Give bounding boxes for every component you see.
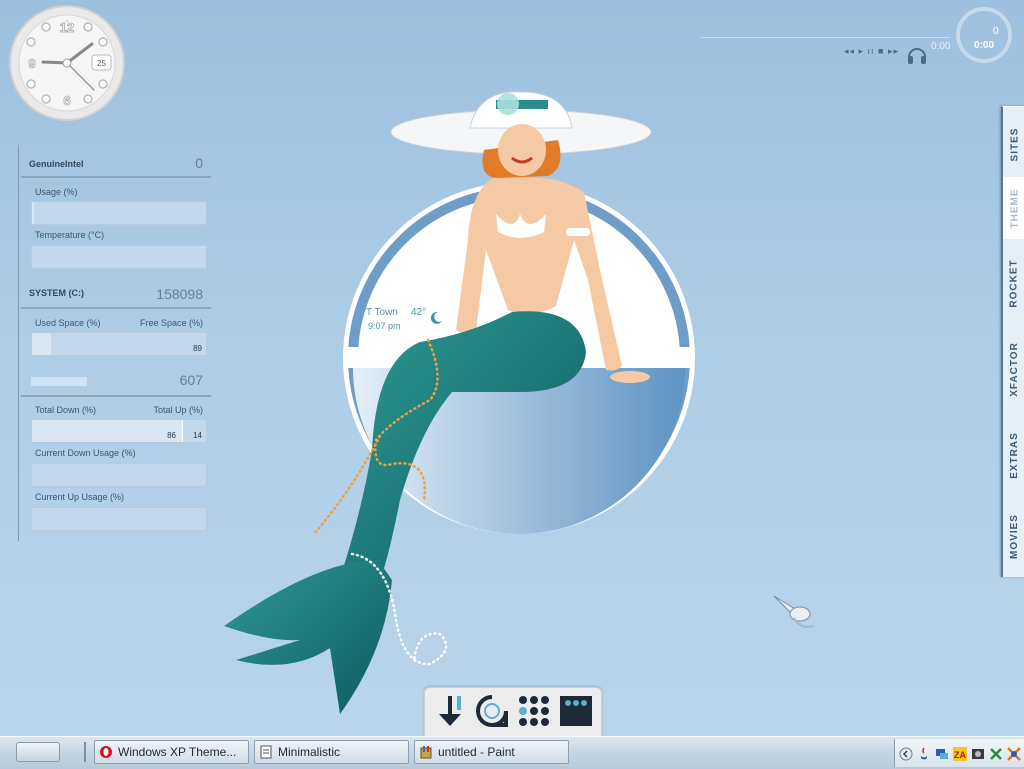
system-monitor-widget: GenuineIntel 0 Usage (%) Temperature (°C… <box>18 145 213 541</box>
disk-used-label: Used Space (%) <box>35 318 101 328</box>
dock-item-sites[interactable]: SITES <box>1003 113 1024 175</box>
network-icon[interactable] <box>935 747 949 761</box>
mermaid-wallpaper <box>220 85 700 715</box>
current-up-label: Current Up Usage (%) <box>35 492 124 502</box>
rocket-cursor-icon <box>770 590 820 632</box>
speech-icon[interactable] <box>475 694 509 728</box>
cpu-usage-bar <box>31 201 207 225</box>
tools-icon[interactable] <box>989 747 1003 761</box>
dock-item-rocket[interactable]: ROCKET <box>1003 247 1024 319</box>
dock-item-label: SITES <box>1009 127 1020 161</box>
disk-space-bar: 89 <box>31 332 207 356</box>
dock-item-label: EXTRAS <box>1009 432 1020 479</box>
download-icon[interactable] <box>433 694 467 728</box>
current-down-label: Current Down Usage (%) <box>35 448 136 458</box>
task-button-windows-xp-theme[interactable]: Windows XP Theme... <box>94 740 249 764</box>
weather-time: 9:07 pm <box>368 321 401 331</box>
progress-ring <box>954 5 1014 65</box>
cpu-temp-label: Temperature (°C) <box>35 230 104 240</box>
disk-title: SYSTEM (C:) <box>29 288 84 298</box>
crescent-moon-icon <box>429 311 443 325</box>
java-icon[interactable] <box>917 747 931 761</box>
headphones-icon[interactable] <box>906 43 928 65</box>
dock-item-xfactor[interactable]: XFACTOR <box>1003 329 1024 409</box>
opera-icon <box>99 745 113 759</box>
task-button-paint[interactable]: untitled - Paint <box>414 740 569 764</box>
clock-numeral-6: 6 <box>63 93 70 108</box>
system-tray: ZA <box>894 739 1024 767</box>
network-value: 607 <box>180 372 203 388</box>
bar-separator <box>182 420 183 442</box>
cpu-value: 0 <box>195 155 203 171</box>
dock-item-label: THEME <box>1009 188 1020 228</box>
zonealarm-icon[interactable]: ZA <box>953 747 967 761</box>
dock-item-label: ROCKET <box>1009 259 1020 307</box>
clock-date: 25 <box>97 59 106 68</box>
divider <box>21 395 211 397</box>
task-label: untitled - Paint <box>438 745 515 759</box>
svg-text:ZA: ZA <box>954 750 966 760</box>
task-label: Windows XP Theme... <box>118 745 236 759</box>
total-up-value: 14 <box>193 431 202 440</box>
cpu-temp-bar <box>31 245 207 269</box>
start-button[interactable] <box>16 742 60 762</box>
dock-item-extras[interactable]: EXTRAS <box>1003 419 1024 491</box>
seek-track[interactable] <box>700 37 950 38</box>
network-graph <box>31 377 87 386</box>
dock-item-label: MOVIES <box>1009 514 1020 559</box>
dock-item-theme[interactable]: THEME <box>1003 177 1024 239</box>
network-total-bar: 86 14 <box>31 419 207 443</box>
divider <box>21 307 211 309</box>
weather-city: T Town <box>366 307 398 318</box>
disk-free-value: 89 <box>193 344 202 353</box>
disk-value: 158098 <box>156 286 203 302</box>
clock-numeral-9: 9 <box>28 56 35 71</box>
playback-controls[interactable]: ◂◂ ▸ ıı ■ ▸▸ <box>844 46 899 57</box>
side-dock: SITES THEME ROCKET XFACTOR EXTRAS MOVIES <box>1001 106 1024 577</box>
taskbar: Windows XP Theme... Minimalistic untitle… <box>0 736 1024 769</box>
total-down-fill <box>32 420 182 442</box>
total-down-label: Total Down (%) <box>35 405 96 415</box>
clock-numeral-12: 12 <box>60 20 74 35</box>
grid-icon[interactable] <box>517 694 551 728</box>
disk-used-fill <box>32 333 51 355</box>
divider <box>21 176 211 178</box>
media-icon[interactable] <box>971 747 985 761</box>
task-button-minimalistic[interactable]: Minimalistic <box>254 740 409 764</box>
cpu-usage-label: Usage (%) <box>35 187 78 197</box>
total-time: 0:00 <box>974 40 994 51</box>
elapsed-time: 0:00 <box>931 41 950 52</box>
analog-clock-widget: 12 6 9 25 <box>8 4 126 122</box>
weather-widget: T Town 42° 9:07 pm <box>366 307 446 337</box>
cpu-usage-fill <box>32 202 34 224</box>
total-down-value: 86 <box>167 431 176 440</box>
monitor-icon[interactable] <box>559 694 593 728</box>
taskbar-divider <box>84 742 86 762</box>
cpu-title: GenuineIntel <box>29 159 84 169</box>
task-label: Minimalistic <box>278 745 340 759</box>
document-icon <box>259 745 273 759</box>
current-up-bar <box>31 507 207 531</box>
track-number: 0 <box>993 26 999 37</box>
app-launcher <box>424 687 602 737</box>
total-up-label: Total Up (%) <box>153 405 203 415</box>
media-player-widget: ◂◂ ▸ ıı ■ ▸▸ 0:00 0 0:00 <box>700 5 1020 67</box>
paint-icon <box>419 745 433 759</box>
current-down-bar <box>31 463 207 487</box>
dock-item-movies[interactable]: MOVIES <box>1003 501 1024 571</box>
disk-free-label: Free Space (%) <box>140 318 203 328</box>
dock-item-label: XFACTOR <box>1009 342 1020 397</box>
weather-temp: 42° <box>411 307 426 318</box>
bug-icon[interactable] <box>1007 747 1021 761</box>
expand-icon[interactable] <box>899 747 913 761</box>
